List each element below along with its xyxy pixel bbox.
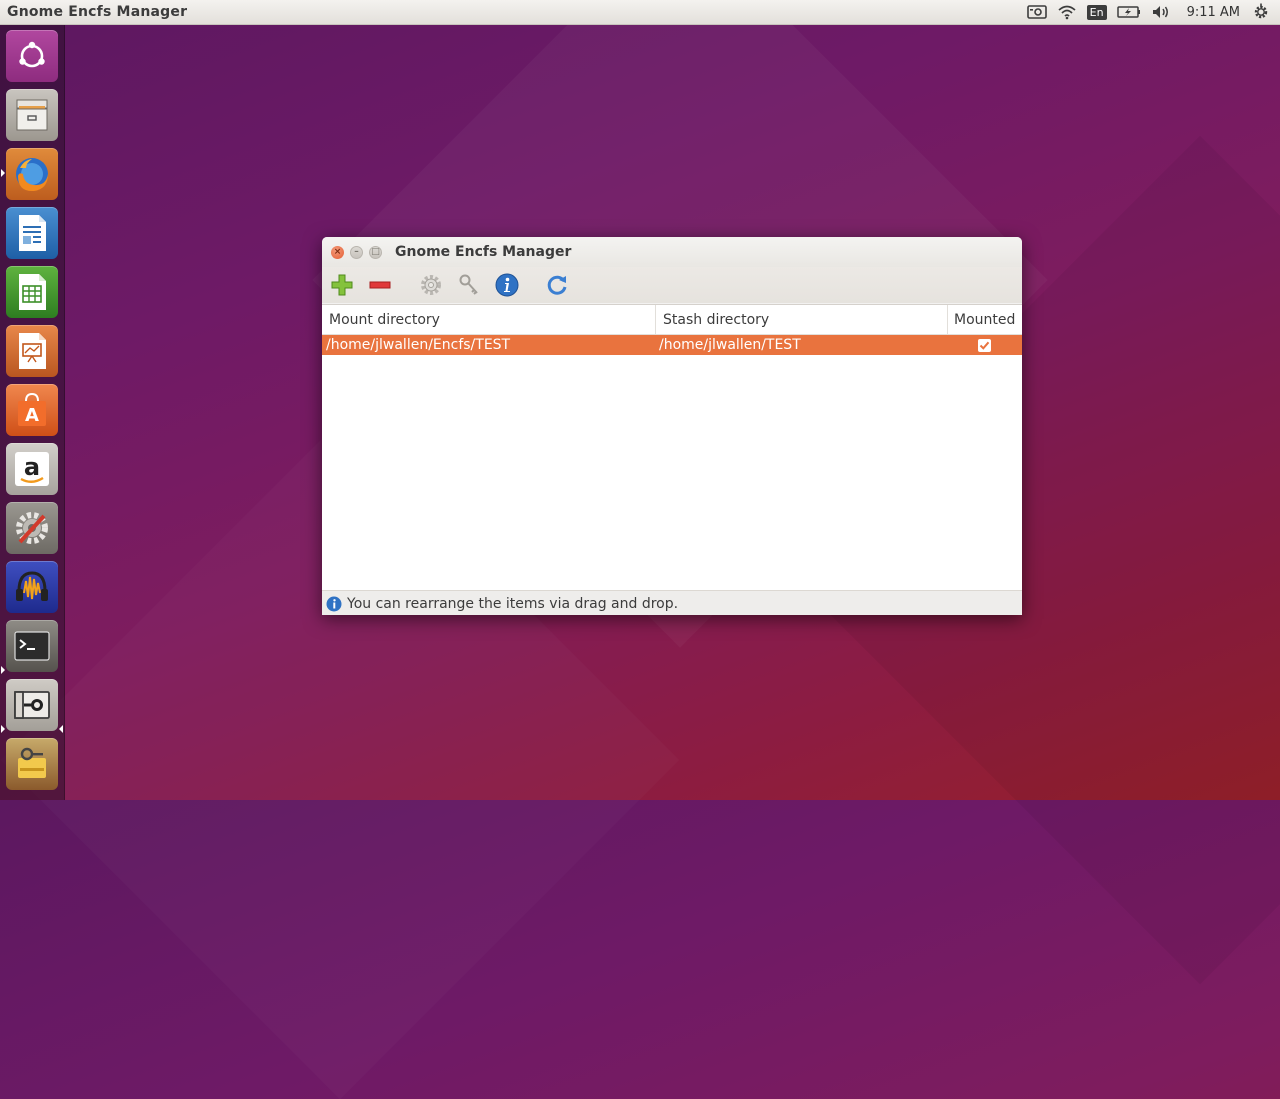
launcher: A a xyxy=(0,25,65,800)
status-bar: You can rearrange the items via drag and… xyxy=(322,590,1022,615)
running-indicator xyxy=(1,666,5,674)
add-icon[interactable] xyxy=(329,272,355,298)
column-mount-directory[interactable]: Mount directory xyxy=(322,305,655,334)
encfs-manager-window: × – □ Gnome Encfs Manager Mount director… xyxy=(322,237,1022,615)
volume-icon[interactable] xyxy=(1151,0,1171,24)
encfs-table: Mount directory Stash directory Mounted … xyxy=(322,304,1022,591)
stash-directory-cell: /home/jlwallen/TEST xyxy=(659,337,801,353)
remove-icon[interactable] xyxy=(367,272,393,298)
minimize-icon[interactable]: – xyxy=(350,245,363,259)
file-cabinet-icon[interactable] xyxy=(6,89,58,141)
svg-text:A: A xyxy=(25,405,39,426)
system-settings-icon[interactable] xyxy=(6,502,58,554)
active-app-title: Gnome Encfs Manager xyxy=(7,4,188,20)
refresh-icon[interactable] xyxy=(544,272,570,298)
encfs-manager-icon[interactable] xyxy=(6,679,58,731)
svg-text:a: a xyxy=(24,453,40,481)
table-header: Mount directory Stash directory Mounted xyxy=(322,305,1022,335)
status-text: You can rearrange the items via drag and… xyxy=(347,595,679,612)
window-titlebar[interactable]: × – □ Gnome Encfs Manager xyxy=(322,237,1022,267)
battery-icon[interactable] xyxy=(1116,0,1141,24)
close-icon[interactable]: × xyxy=(331,245,344,259)
keyboard-layout-label: En xyxy=(1086,4,1107,20)
maximize-icon[interactable]: □ xyxy=(369,245,382,259)
focused-indicator xyxy=(59,725,63,733)
running-indicator xyxy=(1,725,5,733)
column-mounted[interactable]: Mounted xyxy=(947,305,1022,334)
wifi-icon[interactable] xyxy=(1057,0,1077,24)
libreoffice-impress-icon[interactable] xyxy=(6,325,58,377)
settings-gear-icon[interactable] xyxy=(418,272,444,298)
mount-directory-cell: /home/jlwallen/Encfs/TEST xyxy=(326,337,511,353)
audacity-icon[interactable] xyxy=(6,561,58,613)
info-icon xyxy=(326,596,342,612)
column-stash-directory[interactable]: Stash directory xyxy=(655,305,947,334)
amazon-icon[interactable]: a xyxy=(6,443,58,495)
system-gear-icon[interactable] xyxy=(1252,0,1270,24)
keys-vault-icon[interactable] xyxy=(6,738,58,790)
mounted-cell xyxy=(947,338,1022,352)
keyboard-layout-icon[interactable]: En xyxy=(1086,0,1107,24)
toolbar xyxy=(322,267,1022,303)
terminal-icon[interactable] xyxy=(6,620,58,672)
indicator-area: En 9:11 AM xyxy=(1026,0,1280,24)
top-panel: Gnome Encfs Manager En 9:11 AM xyxy=(0,0,1280,25)
libreoffice-writer-icon[interactable] xyxy=(6,207,58,259)
firefox-icon[interactable] xyxy=(6,148,58,200)
window-title: Gnome Encfs Manager xyxy=(395,244,572,260)
software-center-icon[interactable]: A xyxy=(6,384,58,436)
vault-indicator-icon[interactable] xyxy=(1026,0,1047,24)
libreoffice-calc-icon[interactable] xyxy=(6,266,58,318)
ubuntu-dash-icon[interactable] xyxy=(6,30,58,82)
keys-icon[interactable] xyxy=(456,272,482,298)
running-indicator xyxy=(1,169,5,177)
mounted-checkbox[interactable] xyxy=(978,338,991,352)
clock[interactable]: 9:11 AM xyxy=(1187,5,1240,20)
info-icon[interactable] xyxy=(494,272,520,298)
table-row[interactable]: /home/jlwallen/Encfs/TEST /home/jlwallen… xyxy=(322,335,1022,355)
